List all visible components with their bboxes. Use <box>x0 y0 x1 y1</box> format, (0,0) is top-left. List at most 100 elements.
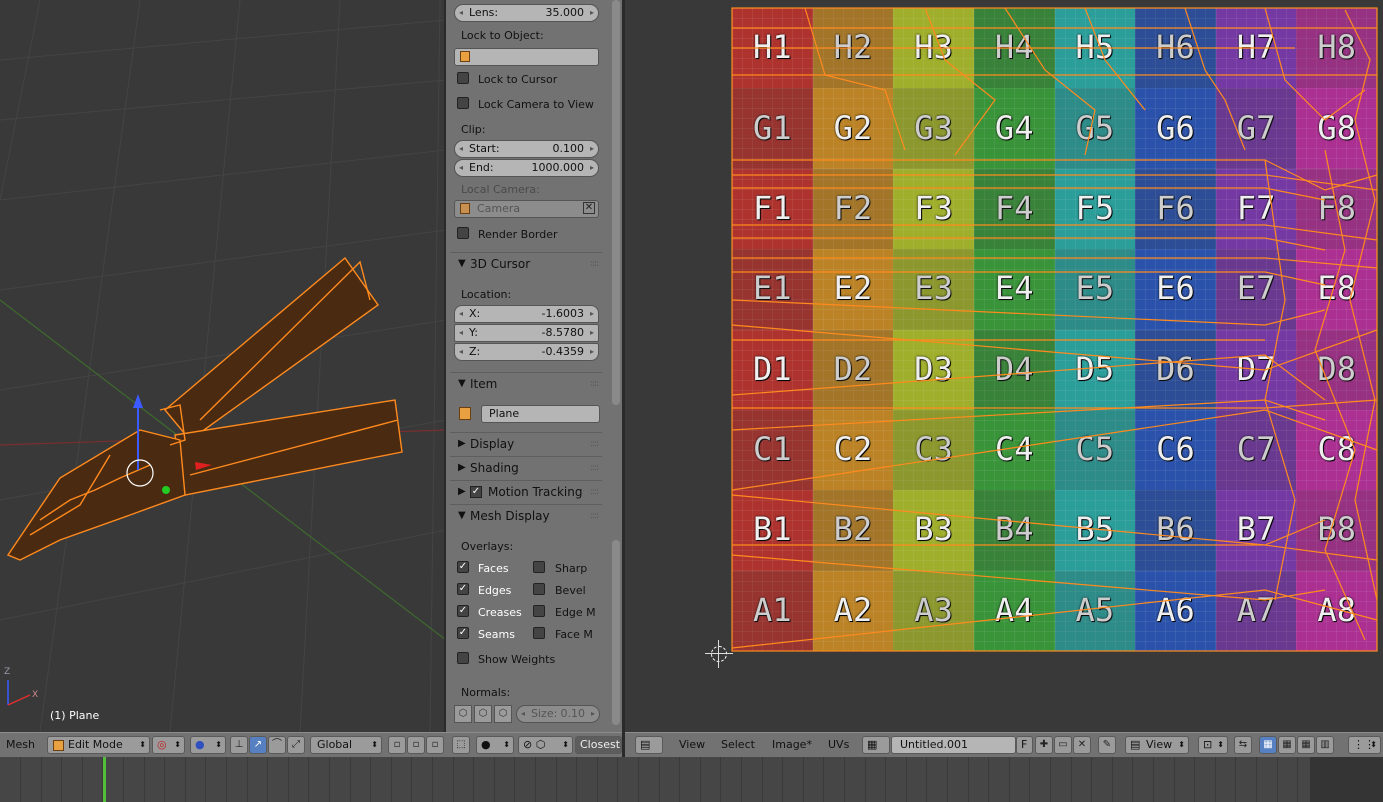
faces-label: Faces <box>478 562 509 575</box>
sticky-selection-selector[interactable]: ⋮⋮ ⬍ <box>1348 736 1381 754</box>
current-frame-indicator[interactable] <box>103 757 106 802</box>
lens-field[interactable]: ◂ Lens: 35.000 ▸ <box>454 4 599 22</box>
item-name-field[interactable]: Plane <box>481 405 600 423</box>
uv-image-editor[interactable]: H1 H2 H3 H4 H5 H6 H7 H8 G1 G2 G3 G4 G5 G6 G7 G8 F1 F2 F3 F4… <box>625 0 1383 732</box>
edge-select-icon[interactable]: ▫ <box>407 736 425 754</box>
view-menu[interactable]: View <box>679 738 705 751</box>
face-select-mode-icon[interactable]: ▦ <box>1297 736 1315 754</box>
new-image-icon[interactable]: ✚ <box>1035 736 1053 754</box>
local-camera-field[interactable]: Camera ✕ <box>454 200 599 218</box>
timeline-tick <box>865 757 866 802</box>
cursor-x-field[interactable]: ◂ X: -1.6003 ▸ <box>454 305 599 323</box>
snap-target-selector[interactable]: Closest <box>575 736 622 754</box>
expand-right-icon: ▶ <box>458 486 466 497</box>
edge-select-mode-icon[interactable]: ▦ <box>1278 736 1296 754</box>
render-border-checkbox[interactable] <box>457 227 469 239</box>
edges-checkbox[interactable]: ✓ <box>457 583 469 595</box>
pin-icon[interactable]: ✎ <box>1098 736 1116 754</box>
snap-element-icon: ⬡ <box>535 738 546 751</box>
creases-checkbox[interactable]: ✓ <box>457 605 469 617</box>
open-image-icon[interactable]: ▭ <box>1054 736 1072 754</box>
uvs-menu[interactable]: UVs <box>828 738 849 751</box>
timeline-tick <box>61 757 62 802</box>
manipulator-toggle-icon[interactable]: ⊥ <box>230 736 248 754</box>
face-normal-icon[interactable]: ⬡ <box>494 705 512 723</box>
show-weights-label: Show Weights <box>478 653 556 666</box>
vertex-select-icon[interactable]: ▫ <box>388 736 406 754</box>
section-item[interactable]: ▼ Item:::: <box>450 372 602 395</box>
faces-checkbox[interactable]: ✓ <box>457 561 469 573</box>
lock-to-object-field[interactable] <box>454 48 599 66</box>
pivot-point-selector[interactable]: ⊡ ⬍ <box>1198 736 1228 754</box>
split-normal-icon[interactable]: ⬡ <box>474 705 492 723</box>
cursor-z-field[interactable]: ◂ Z: -0.4359 ▸ <box>454 343 599 361</box>
vertex-normal-icon[interactable]: ⬡ <box>454 705 472 723</box>
unlink-image-icon[interactable]: ✕ <box>1073 736 1091 754</box>
timeline-tick <box>720 757 721 802</box>
timeline-tick <box>1174 757 1175 802</box>
show-weights-checkbox[interactable] <box>457 652 469 664</box>
display-mode-selector[interactable]: ▤ View ⬍ <box>1125 736 1189 754</box>
properties-scrollbar[interactable] <box>610 0 622 732</box>
rotate-icon[interactable]: ⌒ <box>268 736 286 754</box>
scale-icon[interactable]: ⤢ <box>287 736 305 754</box>
section-display[interactable]: ▶ Display:::: <box>450 432 602 455</box>
2d-cursor-icon[interactable] <box>705 640 733 668</box>
bevel-checkbox[interactable] <box>533 583 545 595</box>
select-menu[interactable]: Select <box>721 738 755 751</box>
lock-to-cursor-label: Lock to Cursor <box>478 73 558 86</box>
timeline-tick <box>1050 757 1051 802</box>
timeline-tick <box>926 757 927 802</box>
sync-selection-icon[interactable]: ⇆ <box>1234 736 1252 754</box>
clear-icon[interactable]: ✕ <box>583 202 595 214</box>
timeline-tick <box>1194 757 1195 802</box>
lock-camera-to-view-checkbox[interactable] <box>457 97 469 109</box>
pivot-icon: ◎ <box>157 738 167 751</box>
lock-to-cursor-checkbox[interactable] <box>457 72 469 84</box>
image-menu[interactable]: Image* <box>772 738 812 751</box>
face-marks-checkbox[interactable] <box>533 627 545 639</box>
section-motion-tracking[interactable]: ▶ ✓ Motion Tracking:::: <box>450 480 602 503</box>
image-editor-header: ▤ View Select Image* UVs ▦ Untitled.001 … <box>625 732 1383 757</box>
face-marks-label: Face M <box>555 628 593 641</box>
face-select-icon[interactable]: ▫ <box>426 736 444 754</box>
translate-icon[interactable]: ↗ <box>249 736 267 754</box>
cursor-y-field[interactable]: ◂ Y: -8.5780 ▸ <box>454 324 599 342</box>
section-3d-cursor[interactable]: ▼ 3D Cursor:::: <box>450 252 602 275</box>
timeline-tick <box>144 757 145 802</box>
mode-selector[interactable]: Edit Mode ⬍ <box>47 736 150 754</box>
image-name-field[interactable]: Untitled.001 <box>891 736 1016 754</box>
motion-tracking-checkbox[interactable]: ✓ <box>470 486 482 498</box>
snap-toggle[interactable]: ⊘ ⬡ ⬍ <box>518 736 573 754</box>
overlays-label: Overlays: <box>461 540 514 553</box>
image-editor-icon: ▤ <box>640 738 651 751</box>
limit-selection-icon[interactable]: ⬚ <box>452 736 470 754</box>
proportional-edit-selector[interactable]: ● ⬍ <box>476 736 514 754</box>
orientation-selector[interactable]: Global ⬍ <box>310 736 382 754</box>
timeline-tick <box>350 757 351 802</box>
mesh-menu[interactable]: Mesh <box>6 738 35 751</box>
sharp-checkbox[interactable] <box>533 561 545 573</box>
section-shading[interactable]: ▶ Shading:::: <box>450 456 602 479</box>
shading-selector[interactable]: ● ⬍ <box>190 736 226 754</box>
sharp-label: Sharp <box>555 562 588 575</box>
browse-image-button[interactable]: ▦ <box>862 736 890 754</box>
timeline-tick <box>968 757 969 802</box>
local-camera-label: Local Camera: <box>461 183 540 196</box>
timeline-tick <box>803 757 804 802</box>
fake-user-button[interactable]: F <box>1016 736 1033 754</box>
editor-type-selector[interactable]: ▤ <box>635 736 663 754</box>
3d-view-header: Mesh Edit Mode ⬍ ◎ ⬍ ● ⬍ ⊥ ↗ ⌒ ⤢ Global ⬍ ▫… <box>0 732 622 757</box>
3d-viewport[interactable]: Z X (1) Plane <box>0 0 446 732</box>
pivot-selector[interactable]: ◎ ⬍ <box>152 736 185 754</box>
seams-checkbox[interactable]: ✓ <box>457 627 469 639</box>
vertex-select-mode-icon[interactable]: ▦ <box>1259 736 1277 754</box>
clip-start-field[interactable]: ◂ Start: 0.100 ▸ <box>454 140 599 158</box>
normals-size-field[interactable]: ◂ Size: 0.10 ▸ <box>516 705 600 723</box>
edge-marks-checkbox[interactable] <box>533 605 545 617</box>
timeline-tick <box>20 757 21 802</box>
section-mesh-display[interactable]: ▼ Mesh Display:::: <box>450 504 602 527</box>
island-select-mode-icon[interactable]: ▥ <box>1316 736 1334 754</box>
timeline[interactable] <box>0 757 1383 802</box>
clip-end-field[interactable]: ◂ End: 1000.000 ▸ <box>454 159 599 177</box>
